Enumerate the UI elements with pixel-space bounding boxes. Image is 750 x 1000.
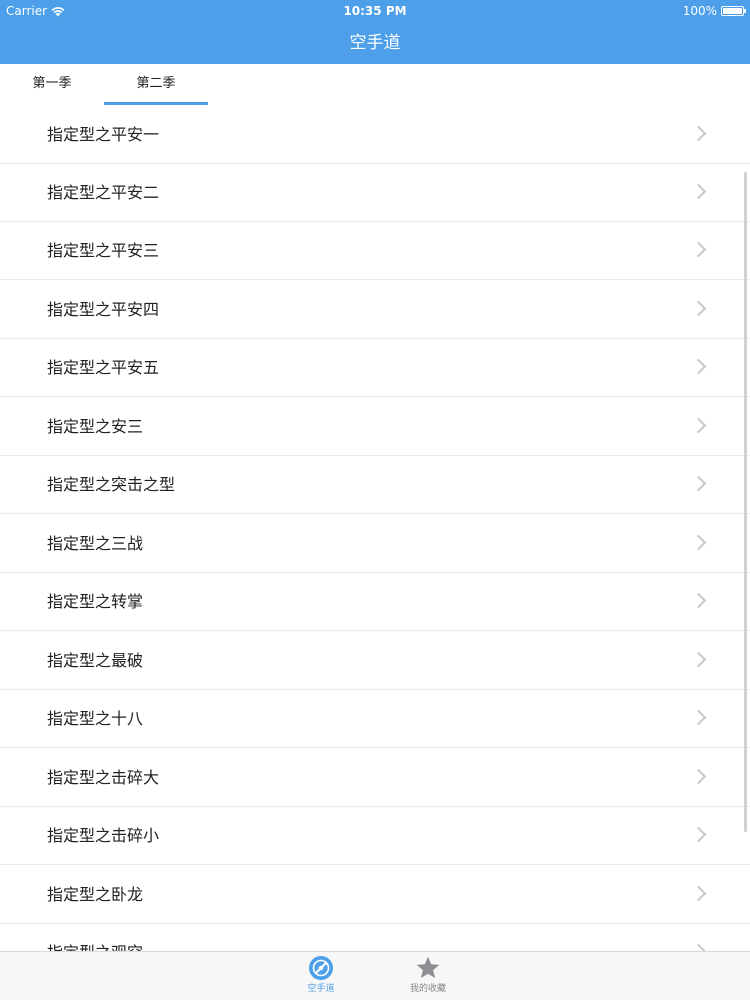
- list-item[interactable]: 指定型之平安五: [0, 339, 750, 397]
- star-icon: [416, 956, 440, 978]
- list-item-label: 指定型之平安一: [47, 125, 160, 144]
- chevron-right-icon: [690, 125, 707, 142]
- list-item[interactable]: 指定型之转掌: [0, 573, 750, 631]
- list-item[interactable]: 指定型之平安二: [0, 164, 750, 222]
- chevron-right-icon: [690, 885, 707, 902]
- tab-season-1[interactable]: 第一季: [0, 64, 104, 106]
- list-item-label: 指定型之平安四: [47, 300, 160, 319]
- page-title: 空手道: [349, 33, 401, 53]
- list-item-label: 指定型之转掌: [47, 592, 144, 611]
- season-tabs: 第一季 第二季: [0, 64, 750, 107]
- list-item-label: 指定型之击碎小: [47, 826, 160, 845]
- list-item-label: 指定型之最破: [47, 651, 144, 670]
- tabbar-item-karate[interactable]: 空手道: [286, 955, 356, 999]
- list-item-label: 指定型之平安五: [47, 358, 160, 377]
- status-time: 10:35 PM: [343, 4, 407, 18]
- tabbar-label-karate: 空手道: [307, 984, 335, 994]
- list-scrollbar[interactable]: [744, 172, 747, 832]
- chevron-right-icon: [690, 417, 707, 434]
- chevron-right-icon: [690, 709, 707, 726]
- list-item[interactable]: 指定型之十八: [0, 690, 750, 748]
- chevron-right-icon: [690, 300, 707, 317]
- list-item[interactable]: 指定型之卧龙: [0, 866, 750, 924]
- chevron-right-icon: [690, 943, 707, 951]
- list-item-label: 指定型之三战: [47, 534, 144, 553]
- tabbar-item-favorites[interactable]: 我的收藏: [393, 955, 463, 999]
- karate-disc-icon: [309, 956, 333, 980]
- chevron-right-icon: [690, 534, 707, 551]
- chevron-right-icon: [690, 651, 707, 668]
- list-item-label: 指定型之平安三: [47, 241, 160, 260]
- list-item[interactable]: 指定型之平安三: [0, 222, 750, 280]
- tab-bar: 空手道 我的收藏: [0, 951, 750, 1000]
- chevron-right-icon: [690, 183, 707, 200]
- list-item[interactable]: 指定型之最破: [0, 632, 750, 690]
- chevron-right-icon: [690, 358, 707, 375]
- list-item-label: 指定型之击碎大: [47, 768, 160, 787]
- battery-indicator: 100%: [682, 0, 746, 22]
- list-item[interactable]: 指定型之平安四: [0, 281, 750, 339]
- chevron-right-icon: [690, 592, 707, 609]
- status-bar: Carrier 10:35 PM 100%: [0, 0, 750, 22]
- header: Carrier 10:35 PM 100% 空手道: [0, 0, 750, 64]
- chevron-right-icon: [690, 768, 707, 785]
- list-item-label: 指定型之安三: [47, 417, 144, 436]
- list-item[interactable]: 指定型之击碎小: [0, 807, 750, 865]
- kata-list[interactable]: 指定型之平安一 指定型之平安二 指定型之平安三 指定型之平安四 指定型之平安五 …: [0, 106, 750, 951]
- list-item[interactable]: 指定型之击碎大: [0, 749, 750, 807]
- chevron-right-icon: [690, 826, 707, 843]
- list-item[interactable]: 指定型之观空: [0, 924, 750, 951]
- list-item-label: 指定型之十八: [47, 709, 144, 728]
- chevron-right-icon: [690, 475, 707, 492]
- selected-tab-indicator: [104, 102, 208, 105]
- tab-season-2[interactable]: 第二季: [104, 64, 208, 106]
- list-item-label: 指定型之观空: [47, 924, 143, 951]
- list-item[interactable]: 指定型之平安一: [0, 106, 750, 164]
- list-item[interactable]: 指定型之突击之型: [0, 456, 750, 514]
- list-item-label: 指定型之突击之型: [47, 475, 176, 494]
- battery-icon: [721, 6, 746, 16]
- chevron-right-icon: [690, 241, 707, 258]
- list-item-label: 指定型之平安二: [47, 183, 160, 202]
- battery-percent: 100%: [682, 4, 717, 18]
- list-item[interactable]: 指定型之安三: [0, 398, 750, 456]
- tabbar-label-favorites: 我的收藏: [409, 984, 446, 994]
- list-item-label: 指定型之卧龙: [47, 885, 144, 904]
- list-item[interactable]: 指定型之三战: [0, 515, 750, 573]
